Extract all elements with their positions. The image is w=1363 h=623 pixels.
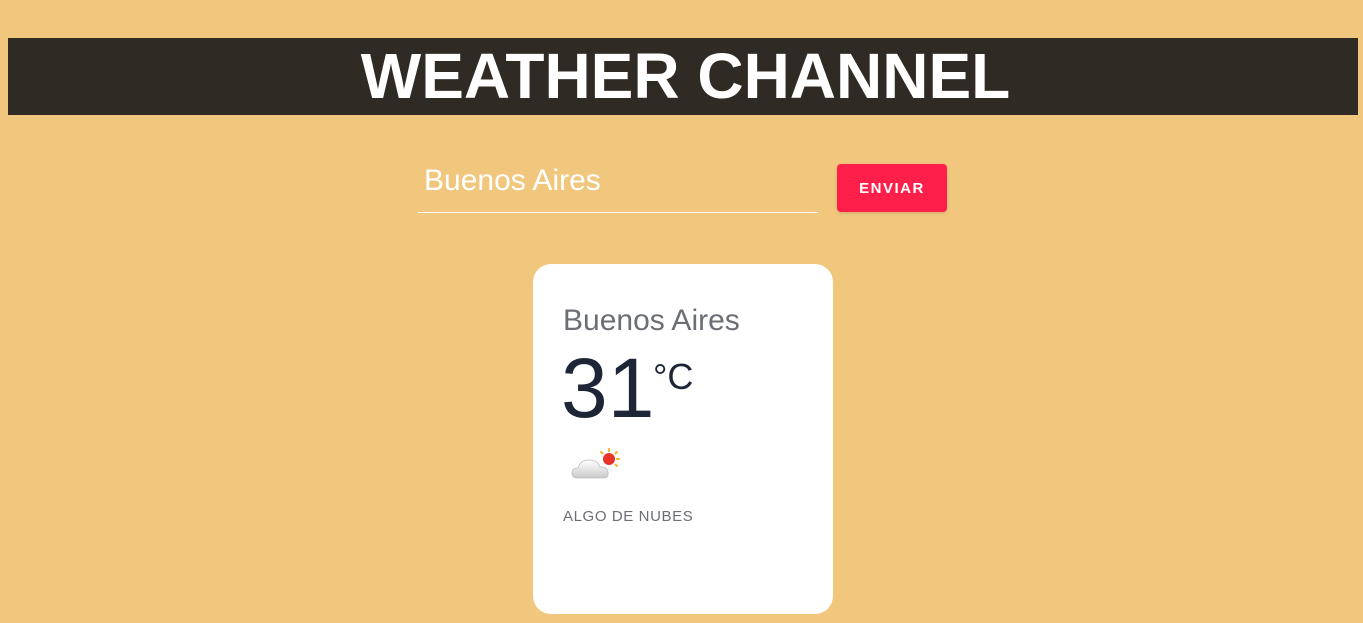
app-title: WEATHER CHANNEL xyxy=(360,40,1011,112)
weather-card: Buenos Aires 31 °C ALGO DE NUBES xyxy=(533,264,833,614)
city-search-input[interactable] xyxy=(418,158,818,213)
card-city-name: Buenos Aires xyxy=(563,304,740,337)
weather-description: ALGO DE NUBES xyxy=(563,508,694,525)
partly-cloudy-icon xyxy=(571,448,625,488)
temperature-value: 31 xyxy=(561,341,655,435)
temperature-unit: °C xyxy=(653,356,694,397)
send-button[interactable]: ENVIAR xyxy=(837,164,947,212)
app-header: WEATHER CHANNEL xyxy=(8,38,1358,115)
